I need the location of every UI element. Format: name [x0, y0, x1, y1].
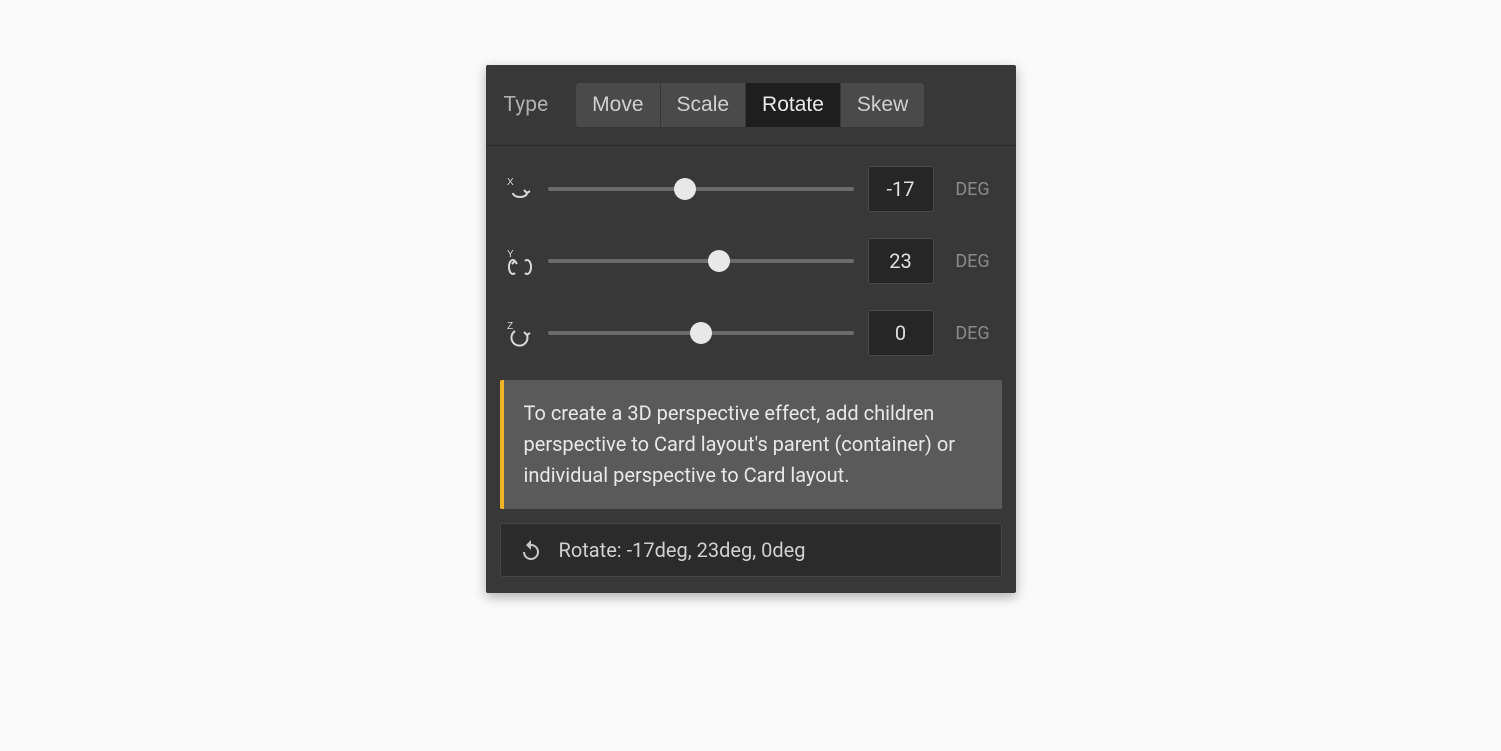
tab-scale[interactable]: Scale — [661, 83, 746, 127]
rotate-x-icon: X — [504, 174, 534, 204]
rotate-z-unit[interactable]: DEG — [948, 323, 998, 344]
svg-text:Z: Z — [507, 321, 513, 332]
rotate-z-icon: Z — [504, 318, 534, 348]
rotate-x-unit[interactable]: DEG — [948, 179, 998, 200]
type-label: Type — [504, 93, 549, 117]
rotate-y-icon: Y — [504, 246, 534, 276]
svg-text:Y: Y — [507, 249, 514, 260]
summary-text: Rotate: -17deg, 23deg, 0deg — [559, 538, 806, 562]
tab-move[interactable]: Move — [576, 83, 659, 127]
sliders-section: X -17 DEG Y — [486, 146, 1016, 380]
rotate-z-value[interactable]: 0 — [868, 310, 934, 356]
transform-panel: Type Move Scale Rotate Skew X -17 DEG — [486, 65, 1016, 593]
rotate-x-row: X -17 DEG — [504, 166, 998, 212]
rotate-x-value[interactable]: -17 — [868, 166, 934, 212]
transform-summary[interactable]: Rotate: -17deg, 23deg, 0deg — [500, 523, 1002, 577]
rotate-z-row: Z 0 DEG — [504, 310, 998, 356]
tab-skew[interactable]: Skew — [841, 83, 924, 127]
rotate-y-unit[interactable]: DEG — [948, 251, 998, 272]
reset-icon[interactable] — [519, 538, 543, 562]
transform-type-tabs: Move Scale Rotate Skew — [576, 83, 924, 127]
slider-thumb[interactable] — [674, 178, 696, 200]
rotate-y-slider[interactable] — [548, 259, 854, 263]
slider-thumb[interactable] — [690, 322, 712, 344]
rotate-y-row: Y 23 DEG — [504, 238, 998, 284]
rotate-y-value[interactable]: 23 — [868, 238, 934, 284]
svg-text:X: X — [507, 177, 514, 188]
rotate-z-slider[interactable] — [548, 331, 854, 335]
slider-thumb[interactable] — [708, 250, 730, 272]
tab-rotate[interactable]: Rotate — [746, 83, 840, 127]
type-row: Type Move Scale Rotate Skew — [486, 65, 1016, 146]
perspective-hint: To create a 3D perspective effect, add c… — [500, 380, 1002, 509]
rotate-x-slider[interactable] — [548, 187, 854, 191]
